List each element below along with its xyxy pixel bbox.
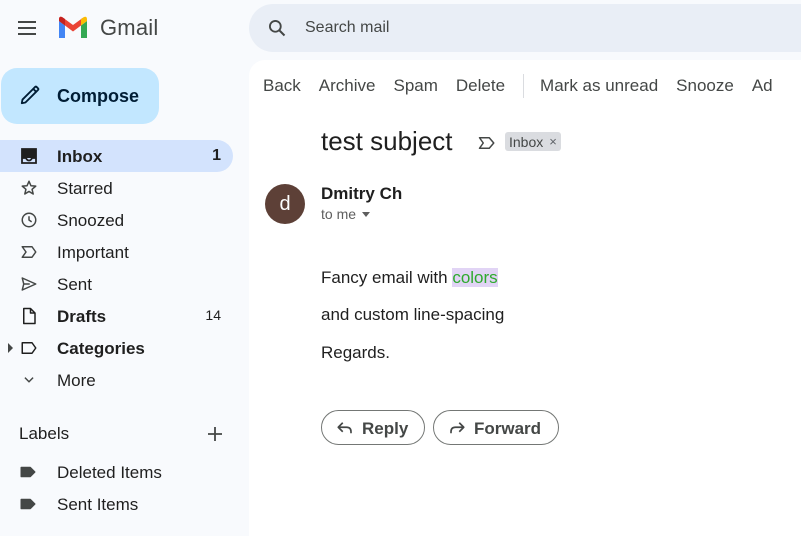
forward-icon [450, 422, 465, 434]
sidebar-item-label: More [57, 371, 96, 390]
label-filled-icon [19, 462, 37, 487]
forward-button[interactable]: Forward [433, 410, 559, 445]
search-icon[interactable] [267, 18, 287, 43]
message-subject: test subject [321, 126, 453, 156]
sidebar-item-more[interactable]: More [0, 364, 233, 396]
sidebar-item-label: Starred [57, 179, 113, 198]
search-bar [249, 4, 801, 52]
labels-heading: Labels [19, 424, 70, 443]
message-body-line-3: Regards. [321, 343, 390, 362]
snooze-button[interactable]: Snooze [676, 76, 734, 96]
message-view: Back Archive Spam Delete Mark as unread … [249, 60, 801, 536]
sidebar-item-label: Categories [57, 339, 145, 358]
sidebar-item-label: Drafts [57, 307, 107, 326]
message-body-line-1: Fancy email with colors [321, 268, 498, 288]
label-name: Sent Items [57, 495, 139, 514]
sidebar-item-sent[interactable]: Sent [0, 268, 233, 300]
inbox-label-chip: Inbox × [505, 132, 561, 151]
label-item-deleted-items[interactable]: Deleted Items [0, 456, 233, 488]
draft-count: 14 [205, 307, 221, 323]
message-body-line-2: and custom line-spacing [321, 305, 505, 324]
forward-label: Forward [474, 419, 542, 438]
label-name: Deleted Items [57, 463, 162, 482]
label-item-sent-items[interactable]: Sent Items [0, 488, 233, 520]
remove-label-button[interactable]: × [549, 134, 557, 149]
send-icon [19, 274, 39, 294]
inbox-icon [19, 146, 39, 166]
chip-label: Inbox [509, 133, 544, 150]
compose-button[interactable]: Compose [1, 68, 159, 124]
dropdown-arrow-icon [362, 211, 371, 217]
toolbar-divider [523, 74, 525, 98]
sender-avatar[interactable]: d [265, 184, 305, 224]
sidebar-item-label: Snoozed [57, 211, 125, 230]
reply-label: Reply [362, 419, 409, 438]
add-to-tasks-button[interactable]: Ad [752, 76, 773, 96]
clock-icon [19, 210, 39, 230]
sidebar-item-inbox[interactable]: Inbox 1 [0, 140, 233, 172]
importance-marker-icon[interactable] [478, 135, 496, 156]
chevron-down-icon [19, 370, 39, 390]
recipient-details-toggle[interactable]: to me [321, 206, 371, 222]
pencil-icon [20, 85, 40, 105]
draft-icon [19, 306, 39, 326]
delete-button[interactable]: Delete [456, 76, 505, 96]
sidebar-nav: Inbox 1 Starred Snoozed Important Sent D… [0, 140, 233, 396]
gmail-logo[interactable]: Gmail [57, 14, 158, 42]
sidebar-item-label: Inbox [57, 147, 103, 166]
important-icon [19, 242, 39, 262]
sidebar-item-snoozed[interactable]: Snoozed [0, 204, 233, 236]
label-filled-icon [19, 494, 37, 519]
sidebar-item-label: Sent [57, 275, 92, 294]
sender-name: Dmitry Ch [321, 184, 403, 203]
sidebar-item-drafts[interactable]: Drafts 14 [0, 300, 233, 332]
unread-count: 1 [212, 147, 221, 164]
spam-button[interactable]: Spam [393, 76, 437, 96]
back-button[interactable]: Back [263, 76, 301, 96]
sidebar-item-important[interactable]: Important [0, 236, 233, 268]
add-label-icon[interactable] [205, 424, 225, 444]
highlighted-text: colors [452, 268, 498, 287]
search-input[interactable] [305, 16, 785, 40]
sidebar-item-label: Important [57, 243, 129, 262]
message-toolbar: Back Archive Spam Delete Mark as unread … [263, 74, 791, 98]
archive-button[interactable]: Archive [319, 76, 376, 96]
reply-button[interactable]: Reply [321, 410, 425, 445]
sidebar-item-categories[interactable]: Categories [0, 332, 233, 364]
gmail-m-icon [59, 16, 87, 38]
reply-icon [337, 422, 352, 434]
mark-unread-button[interactable]: Mark as unread [540, 76, 658, 96]
main-menu-icon[interactable] [17, 19, 39, 37]
star-icon [19, 178, 39, 198]
body-text: Fancy email with [321, 268, 453, 287]
recipient-text: to me [321, 206, 357, 222]
sidebar-item-starred[interactable]: Starred [0, 172, 233, 204]
app-name: Gmail [100, 15, 159, 40]
expand-caret-icon[interactable] [8, 343, 13, 353]
label-icon [19, 338, 39, 358]
compose-label: Compose [57, 86, 140, 106]
